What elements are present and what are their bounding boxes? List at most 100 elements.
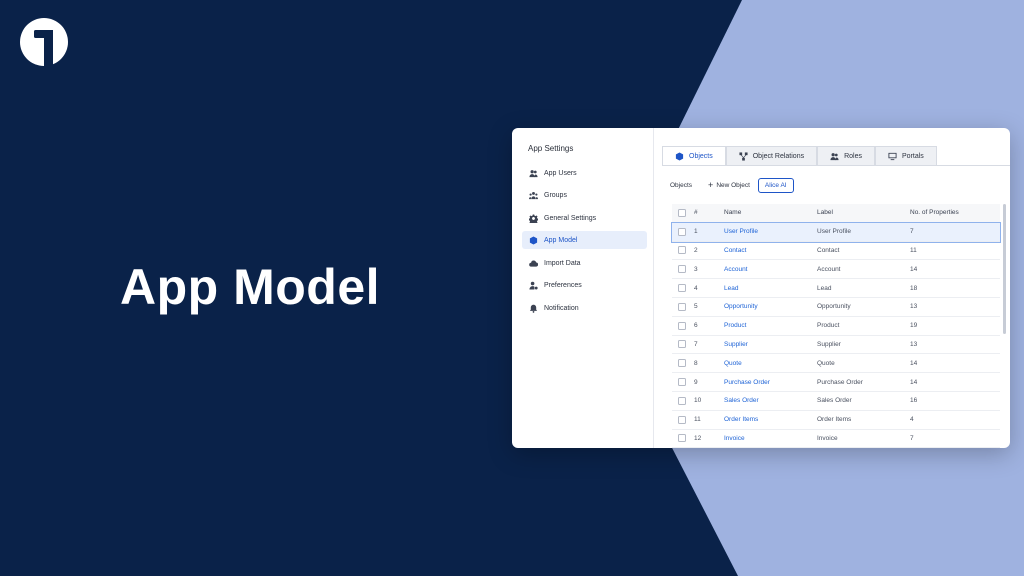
tab-label: Objects	[689, 152, 713, 160]
object-name-link[interactable]: Quote	[724, 354, 742, 372]
gear-icon	[528, 213, 538, 223]
row-checkbox[interactable]	[678, 223, 686, 241]
row-checkbox[interactable]	[678, 336, 686, 354]
row-number: 9	[694, 378, 698, 386]
select-all-checkbox[interactable]	[678, 204, 686, 222]
tab-objects[interactable]: Objects	[662, 146, 726, 165]
roles-icon	[830, 152, 839, 160]
sidebar-item-app-model[interactable]: App Model	[522, 231, 647, 249]
row-checkbox[interactable]	[678, 430, 686, 448]
row-number: 8	[694, 359, 698, 367]
object-name-link[interactable]: Lead	[724, 279, 738, 297]
sidebar-item-app-users[interactable]: App Users	[522, 164, 647, 182]
tab-object-relations[interactable]: Object Relations	[725, 146, 818, 165]
property-count: 4	[910, 416, 914, 424]
table-row[interactable]: 4 Lead Lead 18	[672, 279, 1000, 298]
row-number: 5	[694, 303, 698, 311]
object-name-link[interactable]: Invoice	[724, 430, 745, 448]
row-number: 1	[694, 228, 698, 236]
object-name-link[interactable]: Supplier	[724, 336, 748, 354]
row-number: 10	[694, 397, 702, 405]
sidebar-item-groups[interactable]: Groups	[522, 186, 647, 204]
object-label: Order Items	[817, 416, 852, 424]
sidebar-item-label: Preferences	[544, 281, 582, 289]
object-name-link[interactable]: User Profile	[724, 223, 758, 241]
sidebar-item-label: Import Data	[544, 259, 581, 267]
object-name-link[interactable]: Contact	[724, 242, 746, 260]
table-row[interactable]: 7 Supplier Supplier 13	[672, 336, 1000, 355]
property-count: 13	[910, 340, 918, 348]
property-count: 7	[910, 228, 914, 236]
object-name-link[interactable]: Purchase Order	[724, 373, 770, 391]
object-name-link[interactable]: Sales Order	[724, 392, 759, 410]
row-checkbox[interactable]	[678, 242, 686, 260]
sidebar-item-notification[interactable]: Notification	[522, 299, 647, 317]
row-checkbox[interactable]	[678, 260, 686, 278]
table-row[interactable]: 2 Contact Contact 11	[672, 242, 1000, 261]
bell-icon	[528, 303, 538, 313]
cloud-upload-icon	[528, 258, 538, 268]
tab-portals[interactable]: Portals	[875, 146, 937, 165]
object-name-link[interactable]: Opportunity	[724, 298, 758, 316]
row-checkbox[interactable]	[678, 392, 686, 410]
objects-table: # Name Label No. of Properties 1 User Pro…	[671, 204, 1001, 448]
column-header-properties[interactable]: No. of Properties	[910, 204, 959, 222]
column-header-name[interactable]: Name	[724, 204, 741, 222]
sidebar-item-label: Notification	[544, 304, 579, 312]
object-label: User Profile	[817, 228, 851, 236]
table-row[interactable]: 10 Sales Order Sales Order 16	[672, 392, 1000, 411]
groups-icon	[528, 190, 538, 200]
table-row[interactable]: 11 Order Items Order Items 4	[672, 411, 1000, 430]
tab-roles[interactable]: Roles	[817, 146, 875, 165]
object-name-link[interactable]: Order Items	[724, 411, 758, 429]
object-label: Supplier	[817, 340, 841, 348]
app-window: App Settings App Users Groups General Se…	[512, 128, 1010, 448]
new-object-label: New Object	[716, 181, 750, 189]
new-object-button[interactable]: + New Object	[708, 180, 750, 190]
row-number: 4	[694, 284, 698, 292]
sidebar-item-label: General Settings	[544, 214, 597, 222]
table-row[interactable]: 3 Account Account 14	[672, 260, 1000, 280]
sidebar-item-general-settings[interactable]: General Settings	[522, 209, 647, 227]
row-checkbox[interactable]	[678, 298, 686, 316]
plus-icon: +	[708, 180, 714, 190]
objects-toolbar: Objects + New Object Alice AI	[670, 176, 794, 194]
brand-logo-icon	[20, 18, 68, 66]
sidebar-item-preferences[interactable]: Preferences	[522, 276, 647, 294]
table-row[interactable]: 8 Quote Quote 14	[672, 354, 1000, 374]
row-checkbox[interactable]	[678, 373, 686, 391]
object-label: Sales Order	[817, 397, 852, 405]
toolbar-label: Objects	[670, 181, 693, 189]
object-label: Product	[817, 322, 840, 330]
object-name-link[interactable]: Product	[724, 317, 746, 335]
table-row[interactable]: 6 Product Product 19	[672, 317, 1000, 336]
sidebar-item-import-data[interactable]: Import Data	[522, 254, 647, 272]
row-checkbox[interactable]	[678, 354, 686, 372]
table-row[interactable]: 5 Opportunity Opportunity 13	[672, 298, 1000, 317]
object-label: Quote	[817, 359, 835, 367]
table-row[interactable]: 1 User Profile User Profile 7	[671, 221, 1001, 243]
relations-icon	[739, 151, 748, 161]
row-number: 2	[694, 246, 698, 254]
object-label: Invoice	[817, 434, 838, 442]
table-row[interactable]: 9 Purchase Order Purchase Order 14	[672, 373, 1000, 392]
object-label: Contact	[817, 246, 840, 254]
alice-ai-button[interactable]: Alice AI	[757, 177, 794, 193]
object-label: Purchase Order	[817, 378, 863, 386]
column-header-label[interactable]: Label	[817, 204, 833, 222]
users-icon	[528, 168, 538, 178]
table-scrollbar[interactable]	[1003, 204, 1006, 334]
row-number: 6	[694, 322, 698, 330]
property-count: 19	[910, 322, 918, 330]
row-checkbox[interactable]	[678, 317, 686, 335]
object-name-link[interactable]: Account	[724, 260, 748, 278]
row-number: 7	[694, 340, 698, 348]
row-checkbox[interactable]	[678, 411, 686, 429]
table-row[interactable]: 12 Invoice Invoice 7	[672, 430, 1000, 448]
sidebar-item-label: App Users	[544, 169, 577, 177]
row-number: 3	[694, 265, 698, 273]
sidebar-item-label: App Model	[544, 236, 578, 244]
object-label: Account	[817, 265, 841, 273]
object-label: Lead	[817, 284, 832, 292]
row-checkbox[interactable]	[678, 279, 686, 297]
